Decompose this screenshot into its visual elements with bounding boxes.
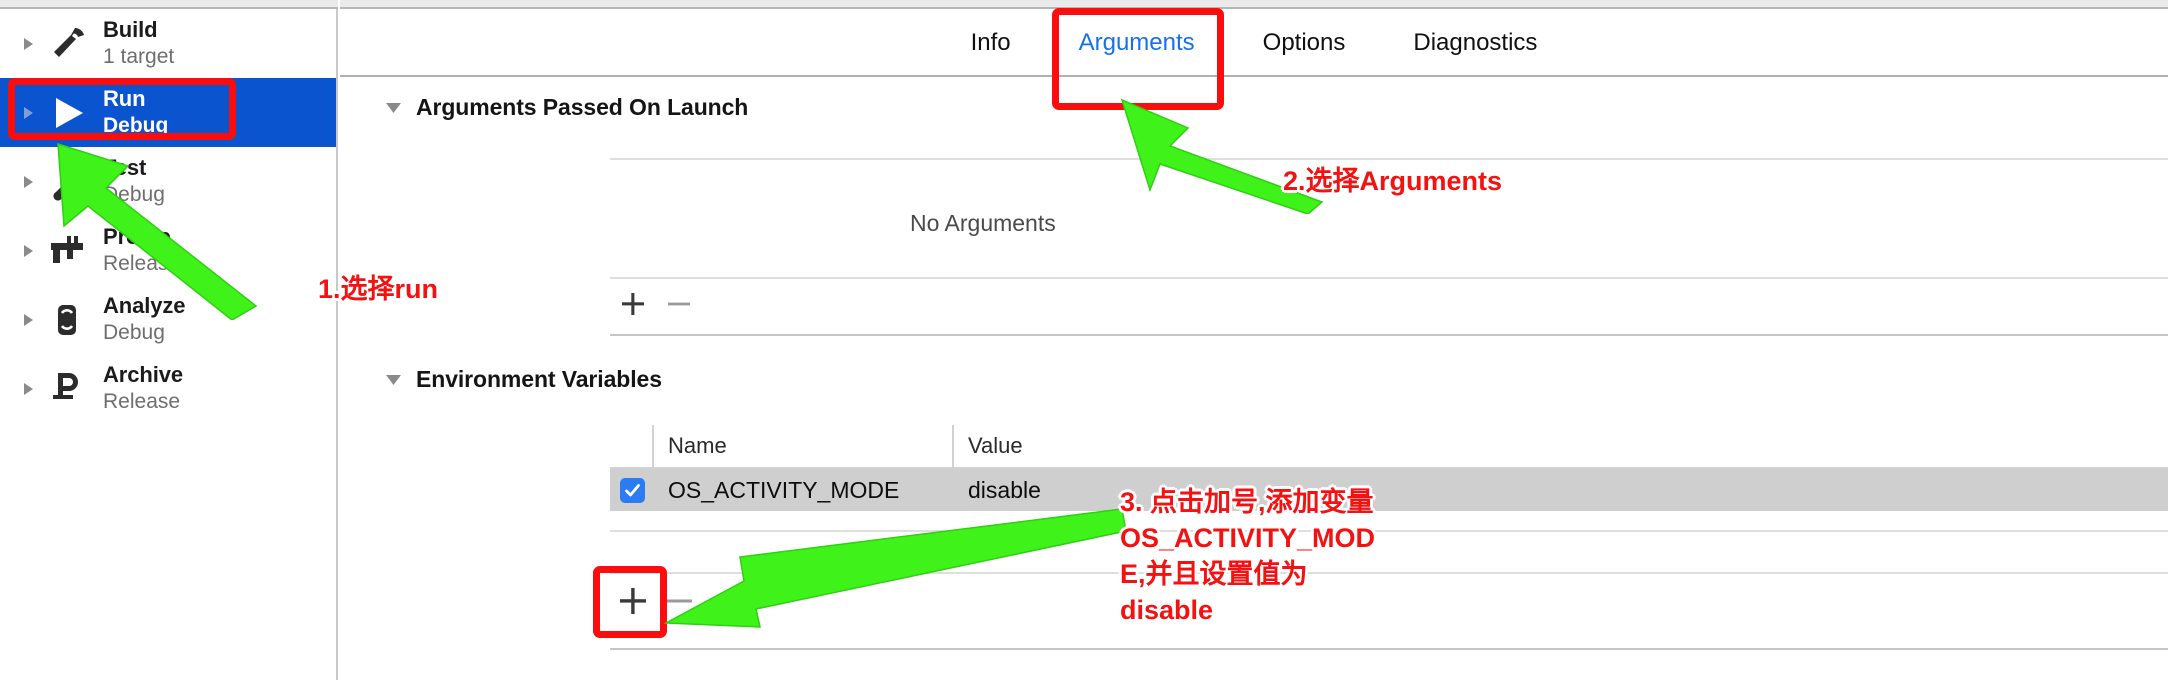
disclosure-triangle-icon[interactable] (17, 174, 39, 190)
sidebar-item-subtitle: 1 target (103, 45, 175, 69)
sidebar-item-profile[interactable]: Profile Release (0, 216, 336, 285)
disclosure-triangle-icon[interactable] (17, 243, 39, 259)
scheme-editor-window: Build 1 target Run Debug Test Debug Prof… (0, 0, 2168, 680)
environment-section-header[interactable]: Environment Variables (384, 366, 662, 393)
tab-diagnostics[interactable]: Diagnostics (1379, 29, 1571, 57)
environment-section-divider (610, 648, 2168, 650)
annotation-text-step3-line2: OS_ACTIVITY_MOD (1120, 523, 1376, 553)
play-icon (41, 87, 93, 139)
table-header-check-col (610, 425, 654, 467)
tab-options[interactable]: Options (1229, 29, 1380, 57)
checkbox-checked-icon[interactable] (619, 477, 645, 503)
annotation-text-step3-line3: E,并且设置值为 (1120, 559, 1308, 589)
tab-bar: Info Arguments Options Diagnostics (340, 11, 2168, 77)
disclosure-triangle-icon[interactable] (17, 105, 39, 121)
arguments-section-divider (610, 334, 2168, 336)
analyze-icon (41, 294, 93, 346)
sidebar-item-title: Archive (103, 362, 184, 388)
arguments-add-button[interactable] (610, 281, 656, 327)
environment-add-button[interactable] (610, 578, 656, 624)
sidebar-item-test[interactable]: Test Debug (0, 147, 336, 216)
scheme-sidebar: Build 1 target Run Debug Test Debug Prof… (0, 0, 338, 680)
sidebar-item-subtitle: Debug (103, 114, 169, 138)
sidebar-item-subtitle: Debug (103, 321, 165, 345)
environment-variables-table: Name Value OS_ACTIVITY_MODE disable (610, 425, 2168, 511)
scheme-list: Build 1 target Run Debug Test Debug Prof… (0, 9, 336, 423)
row-checkbox-cell[interactable] (610, 469, 654, 511)
table-header-name[interactable]: Name (654, 425, 954, 467)
table-header-value[interactable]: Value (954, 425, 2168, 467)
chevron-down-icon[interactable] (384, 98, 403, 117)
arguments-section-title: Arguments Passed On Launch (416, 94, 749, 120)
column-header-value: Value (968, 433, 1023, 458)
sidebar-item-run[interactable]: Run Debug (0, 78, 336, 147)
caliper-icon (41, 225, 93, 277)
hammer-icon (41, 18, 93, 70)
sidebar-item-subtitle: Release (103, 252, 181, 276)
sidebar-item-subtitle: Release (103, 390, 181, 414)
sidebar-item-title: Analyze (103, 293, 186, 319)
sidebar-item-text: Test Debug (103, 156, 165, 206)
environment-add-remove-row (610, 578, 702, 624)
env-var-value: disable (968, 476, 1041, 503)
environment-section-title: Environment Variables (416, 366, 662, 392)
chevron-down-icon[interactable] (384, 370, 403, 389)
tab-arguments[interactable]: Arguments (1045, 29, 1229, 57)
tab-info[interactable]: Info (937, 29, 1045, 57)
annotation-text-step3-line1: 3. 点击加号,添加变量 (1120, 487, 1374, 517)
arguments-section-header[interactable]: Arguments Passed On Launch (384, 94, 748, 121)
sidebar-item-text: Build 1 target (103, 18, 174, 68)
wrench-icon (41, 156, 93, 208)
env-var-name: OS_ACTIVITY_MODE (668, 476, 900, 503)
archive-icon (41, 363, 93, 415)
sidebar-item-title: Run (103, 86, 146, 112)
main-top-strip (340, 0, 2168, 9)
arguments-add-remove-row (610, 281, 702, 327)
annotation-text-step2: 2.选择Arguments (1283, 166, 1503, 196)
column-header-name: Name (668, 433, 727, 458)
arguments-list-bottom-rule (610, 277, 2168, 279)
annotation-text-step3-line4: disable (1120, 595, 1214, 625)
no-arguments-placeholder: No Arguments (910, 210, 1056, 236)
sidebar-item-title: Profile (103, 224, 171, 250)
sidebar-item-build[interactable]: Build 1 target (0, 9, 336, 78)
table-header-row: Name Value (610, 425, 2168, 469)
disclosure-triangle-icon[interactable] (17, 381, 39, 397)
arguments-remove-button[interactable] (656, 281, 702, 327)
environment-remove-button[interactable] (656, 578, 702, 624)
environment-rule-1 (610, 530, 2168, 532)
environment-rule-2 (610, 572, 2168, 574)
annotation-text-step1: 1.选择run (318, 274, 439, 304)
disclosure-triangle-icon[interactable] (17, 312, 39, 328)
sidebar-item-text: Profile Release (103, 225, 180, 275)
sidebar-item-title: Test (103, 155, 147, 181)
sidebar-item-archive[interactable]: Archive Release (0, 354, 336, 423)
sidebar-top-strip (0, 0, 338, 9)
sidebar-item-title: Build (103, 17, 158, 43)
table-row[interactable]: OS_ACTIVITY_MODE disable (610, 469, 2168, 511)
sidebar-item-text: Run Debug (103, 87, 168, 137)
sidebar-item-subtitle: Debug (103, 183, 165, 207)
arguments-list-top-rule (610, 158, 2168, 160)
disclosure-triangle-icon[interactable] (17, 36, 39, 52)
sidebar-item-text: Analyze Debug (103, 293, 186, 345)
sidebar-item-text: Archive Release (103, 363, 183, 413)
sidebar-item-analyze[interactable]: Analyze Debug (0, 285, 336, 354)
row-name-cell[interactable]: OS_ACTIVITY_MODE (654, 469, 954, 511)
